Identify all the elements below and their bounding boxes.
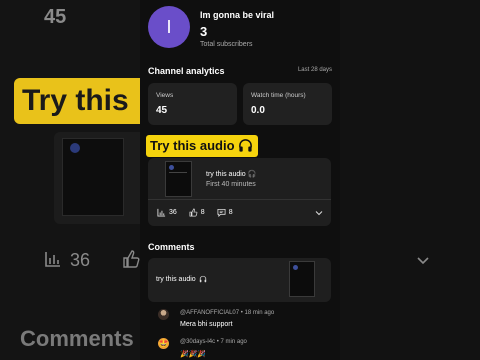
video-title[interactable]: try this audio 🎧 [206, 170, 256, 178]
comment-icon [217, 208, 226, 217]
comments-stat: 8 [217, 208, 233, 217]
watch-time-metric-card[interactable]: Watch time (hours) 0.0 [243, 83, 332, 125]
bg-views-number: 45 [44, 6, 67, 28]
analytics-title: Channel analytics [148, 66, 225, 76]
likes-count: 8 [200, 209, 205, 216]
bg-views-count: 36 [70, 250, 91, 270]
background-left: 45 Try this 36 Comments [0, 0, 140, 360]
thumbs-up-icon [123, 250, 140, 268]
comment-text: 🎉🎉🎉 [180, 351, 207, 358]
views-count: 36 [169, 209, 177, 216]
thumb-avatar [293, 265, 298, 270]
comment-video-thumbnail [289, 261, 315, 297]
video-period: First 40 minutes [206, 181, 256, 188]
subscriber-count: 3 [200, 24, 208, 39]
chevron-down-icon[interactable] [315, 209, 323, 217]
try-this-audio-banner: Try this audio [146, 135, 258, 157]
thumb-line [169, 172, 187, 173]
divider [148, 199, 331, 200]
views-metric-card[interactable]: Views 45 [148, 83, 237, 125]
bg-banner: Try this [14, 78, 140, 124]
commenter-avatar[interactable] [158, 309, 169, 320]
chevron-down-icon [417, 257, 429, 265]
channel-header: I Im gonna be viral 3 Total subscribers [140, 0, 340, 62]
video-thumbnail[interactable] [165, 161, 192, 197]
bar-chart-icon [157, 208, 166, 217]
metric-value: 0.0 [251, 105, 265, 116]
metric-value: 45 [156, 105, 168, 116]
comments-heading: Comments [148, 242, 195, 252]
comment-video-title: try this audio [156, 275, 207, 283]
channel-dashboard-panel: I Im gonna be viral 3 Total subscribers … [140, 0, 340, 360]
latest-video-card[interactable]: try this audio 🎧 First 40 minutes 36 8 8 [148, 158, 331, 226]
comment-video-title-text: try this audio [156, 275, 196, 283]
comment-video-card[interactable]: try this audio [148, 258, 331, 302]
comment-meta: @30days-l4c • 7 min ago [180, 339, 247, 345]
headphones-icon [238, 139, 252, 152]
likes-stat: 8 [189, 208, 205, 217]
headphones-icon [199, 275, 206, 283]
comment-text: Mera bhi support [180, 321, 233, 328]
subscriber-label: Total subscribers [200, 41, 253, 48]
metric-label: Watch time (hours) [251, 92, 306, 99]
thumbs-up-icon [189, 208, 198, 217]
thumb-avatar [169, 165, 174, 170]
bg-comments-heading: Comments [20, 326, 134, 351]
commenter-avatar[interactable]: 🤩 [158, 338, 169, 349]
analytics-date-range: Last 28 days [297, 67, 332, 73]
background-right [340, 0, 480, 360]
metric-label: Views [156, 92, 174, 99]
banner-text: Try this audio [150, 138, 235, 153]
channel-name: Im gonna be viral [200, 10, 275, 20]
bar-chart-icon [45, 252, 60, 267]
channel-avatar[interactable]: I [148, 6, 190, 48]
comments-count: 8 [228, 209, 233, 216]
bg-thumb-avatar [70, 143, 80, 153]
comment-meta: @AFFANOFFICIAL07 • 18 min ago [180, 310, 275, 316]
video-stats: 36 8 8 [157, 208, 245, 217]
views-stat: 36 [157, 208, 177, 217]
